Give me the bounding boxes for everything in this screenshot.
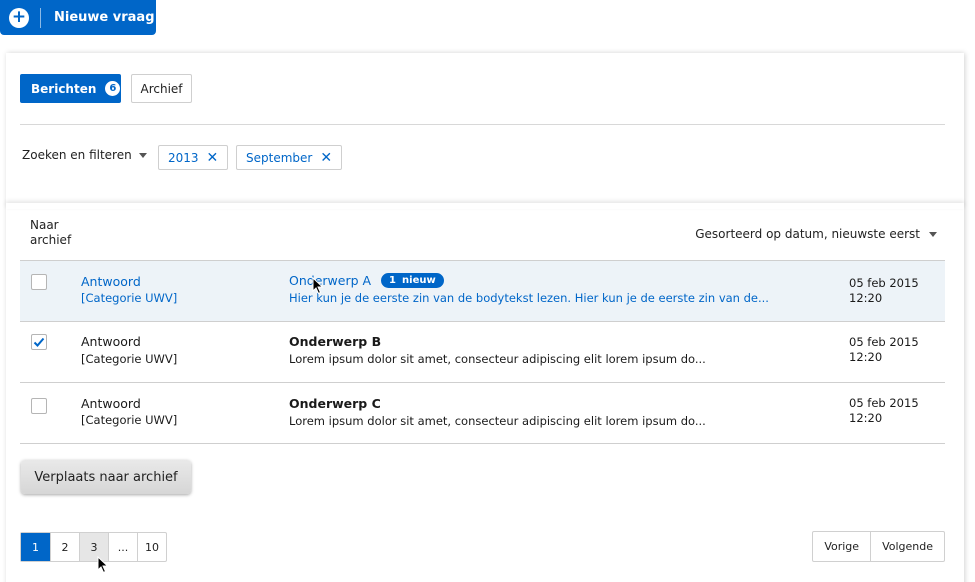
message-time: 12:20 — [849, 291, 883, 305]
message-row[interactable]: Antwoord [Categorie UWV] Onderwerp A 1 n… — [20, 261, 945, 322]
row-checkbox[interactable] — [31, 398, 47, 414]
tab-messages[interactable]: Berichten 6 — [20, 74, 121, 103]
message-datetime: 05 feb 2015 12:20 — [849, 396, 919, 426]
move-to-archive-header-text: Naar archief — [30, 218, 72, 247]
list-header-edge — [6, 203, 964, 209]
row-checkbox[interactable] — [31, 274, 47, 290]
message-category: [Categorie UWV] — [81, 291, 178, 305]
close-icon[interactable]: ✕ — [207, 150, 219, 166]
message-datetime: 05 feb 2015 12:20 — [849, 335, 919, 365]
message-preview: Lorem ipsum dolor sit amet, consecteur a… — [289, 352, 706, 366]
mouse-pointer-icon — [312, 277, 324, 295]
search-filter-label: Zoeken en filteren — [22, 148, 132, 162]
message-category: [Categorie UWV] — [81, 413, 178, 427]
close-icon[interactable]: ✕ — [320, 150, 332, 166]
message-date: 05 feb 2015 — [849, 276, 919, 290]
message-preview: Hier kun je de eerste zin van de bodytek… — [289, 291, 769, 305]
search-filter-toggle[interactable]: Zoeken en filteren — [22, 148, 147, 162]
move-to-archive-header: Naar archief — [30, 218, 72, 248]
filter-chip-year: 2013 ✕ — [158, 145, 229, 170]
move-to-archive-button[interactable]: Verplaats naar archief — [21, 460, 191, 494]
message-subject[interactable]: Onderwerp B — [289, 334, 381, 349]
plus-icon: + — [9, 7, 29, 28]
page-button[interactable]: 2 — [50, 533, 79, 561]
new-badge: 1 nieuw — [381, 273, 444, 288]
message-sender[interactable]: Antwoord — [81, 274, 141, 289]
page-button[interactable]: 1 — [21, 533, 50, 561]
caret-down-icon — [138, 152, 147, 158]
message-time: 12:20 — [849, 350, 883, 364]
message-datetime: 05 feb 2015 12:20 — [849, 276, 919, 306]
message-subject-text: Onderwerp A — [289, 273, 372, 288]
prev-next-nav: Vorige Volgende — [812, 531, 945, 562]
page-ellipsis: ... — [108, 533, 137, 561]
message-preview: Lorem ipsum dolor sit amet, consecteur a… — [289, 414, 706, 428]
filter-chip-month: September ✕ — [236, 145, 343, 170]
check-icon — [33, 337, 45, 347]
page-button[interactable]: 10 — [137, 533, 166, 561]
message-date: 05 feb 2015 — [849, 335, 919, 349]
caret-down-icon — [929, 231, 937, 237]
filter-chip-label: September — [246, 150, 313, 165]
mouse-pointer-icon — [97, 556, 109, 574]
message-sender[interactable]: Antwoord — [81, 334, 141, 349]
pagination: 1 2 3 ... 10 — [20, 532, 167, 562]
divider — [20, 443, 945, 444]
next-button[interactable]: Volgende — [870, 532, 944, 561]
tab-archive[interactable]: Archief — [131, 74, 192, 103]
sort-dropdown[interactable]: Gesorteerd op datum, nieuwste eerst — [695, 227, 937, 241]
message-row[interactable]: Antwoord [Categorie UWV] Onderwerp C Lor… — [20, 383, 945, 444]
message-date: 05 feb 2015 — [849, 396, 919, 410]
new-badge-count: 1 — [389, 275, 397, 286]
sort-label: Gesorteerd op datum, nieuwste eerst — [695, 227, 920, 241]
divider — [20, 124, 945, 125]
new-question-label: Nieuwe vraag — [54, 10, 155, 25]
button-divider — [40, 7, 41, 28]
new-badge-label: nieuw — [402, 275, 436, 286]
previous-button[interactable]: Vorige — [813, 532, 870, 561]
row-checkbox[interactable] — [31, 334, 47, 350]
message-time: 12:20 — [849, 411, 883, 425]
filter-chip-label: 2013 — [168, 150, 199, 165]
message-subject[interactable]: Onderwerp C — [289, 396, 381, 411]
messages-count-badge: 6 — [105, 81, 121, 96]
new-question-button[interactable]: + Nieuwe vraag — [0, 0, 156, 35]
message-row[interactable]: Antwoord [Categorie UWV] Onderwerp B Lor… — [20, 322, 945, 383]
tab-messages-label: Berichten — [31, 81, 97, 96]
message-sender[interactable]: Antwoord — [81, 396, 141, 411]
message-category: [Categorie UWV] — [81, 352, 178, 366]
